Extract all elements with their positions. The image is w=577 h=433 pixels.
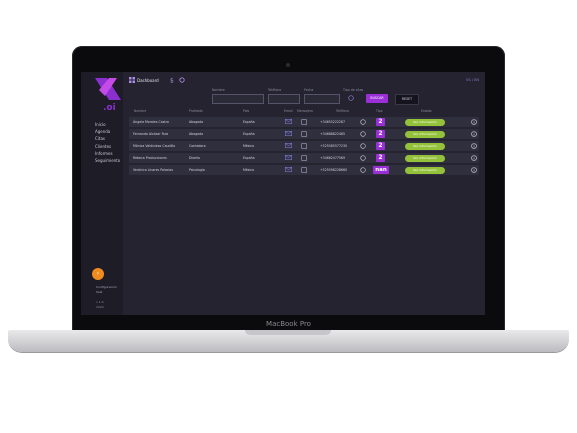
table-row[interactable]: Fernanda Alcázar Ruiz Abogada España +34688… — [129, 129, 479, 139]
column-header: Teléfono — [336, 109, 349, 113]
table-header: Nombre Profesión País Email Mensajero Te… — [81, 109, 485, 115]
row-phone: +34688822465 — [320, 132, 345, 136]
message-square-icon[interactable] — [301, 119, 307, 125]
row-profession: Diseño — [189, 156, 200, 160]
sidebar-user: Configuración Salir — [96, 285, 117, 294]
row-country: España — [243, 156, 255, 160]
name-filter-input[interactable] — [212, 94, 264, 104]
message-square-icon[interactable] — [301, 167, 307, 173]
sidebar-item[interactable]: Inicio — [95, 121, 120, 128]
type-badge: 2 — [376, 142, 385, 151]
dollar-icon[interactable]: $ — [169, 77, 175, 84]
type-badge: nan — [373, 166, 389, 175]
column-header: Mensajero — [297, 109, 313, 113]
envelope-icon[interactable] — [285, 143, 292, 148]
laptop-brand-label: MacBook Pro — [266, 320, 311, 328]
language-switch[interactable]: ES / EN — [466, 78, 479, 82]
reset-button[interactable]: RESET — [395, 94, 419, 105]
envelope-icon[interactable] — [285, 155, 292, 160]
phone-filter-input[interactable] — [268, 94, 300, 104]
sidebar-item[interactable]: Informes — [95, 150, 120, 157]
envelope-icon[interactable] — [285, 119, 292, 124]
sidebar-item[interactable]: Clientes — [95, 143, 120, 150]
sidebar-footer-line: 2024 — [96, 304, 104, 309]
type-badge: 2 — [376, 154, 385, 163]
type-filter-label: Tipo de citas — [343, 88, 364, 92]
sidebar-footer: v 1.0 2024 — [96, 300, 104, 309]
camera-icon — [286, 63, 290, 67]
envelope-icon[interactable] — [285, 167, 292, 172]
row-phone: +34655222287 — [320, 120, 345, 124]
info-circle-icon[interactable] — [471, 142, 477, 149]
column-header: País — [243, 109, 250, 113]
row-name: Verónica Linares Palacios — [133, 168, 174, 172]
sidebar-nav: Inicio Agenda Citas Clientes Informes Se… — [95, 121, 120, 164]
column-header: Profesión — [189, 109, 204, 113]
row-country: México — [243, 144, 255, 148]
row-name: Mónica Valdivieso Caudillo — [133, 144, 176, 148]
table-row[interactable]: Verónica Linares Palacios Psicología Méxic… — [129, 165, 479, 175]
type-filter-icon[interactable] — [348, 95, 354, 101]
sidebar-item[interactable]: Citas — [95, 135, 120, 142]
column-header: Estado — [421, 109, 432, 113]
grid-icon[interactable] — [129, 77, 135, 83]
message-square-icon[interactable] — [301, 131, 307, 137]
info-circle-icon[interactable] — [471, 154, 477, 161]
sidebar-user-name[interactable]: Configuración — [96, 285, 117, 290]
floating-action-button[interactable]: › — [92, 268, 104, 280]
type-badge: 2 — [376, 130, 385, 139]
message-square-icon[interactable] — [301, 155, 307, 161]
info-circle-icon[interactable] — [471, 166, 477, 173]
whatsapp-icon[interactable] — [360, 119, 366, 125]
view-info-button[interactable]: Ver información — [405, 118, 445, 126]
laptop-notch — [245, 330, 331, 335]
row-name: Rebeca Producciones — [133, 156, 167, 160]
info-circle-icon[interactable] — [471, 130, 477, 137]
whatsapp-icon[interactable] — [360, 155, 366, 161]
whatsapp-icon[interactable] — [360, 143, 366, 149]
view-info-button[interactable]: Ver información — [405, 166, 445, 174]
row-country: México — [243, 168, 255, 172]
row-country: España — [243, 120, 255, 124]
row-name: Ángela Morales Castro — [133, 120, 169, 124]
envelope-icon[interactable] — [285, 131, 292, 136]
whatsapp-icon[interactable] — [360, 167, 366, 173]
row-country: España — [243, 132, 255, 136]
row-profession: Contadora — [189, 144, 206, 148]
table-row[interactable]: Ángela Morales Castro Abogada España +34655… — [129, 117, 479, 127]
row-phone: +525598228660 — [320, 168, 348, 172]
search-button[interactable]: BUSCAR — [366, 94, 388, 103]
row-profession: Abogada — [189, 120, 204, 124]
view-info-button[interactable]: Ver información — [405, 154, 445, 162]
date-filter-label: Fecha — [304, 88, 314, 92]
sidebar-item[interactable]: Seguimiento — [95, 157, 120, 164]
table-row[interactable]: Mónica Valdivieso Caudillo Contadora Méxic… — [129, 141, 479, 151]
column-header: Tipo — [376, 109, 383, 113]
message-square-icon[interactable] — [301, 143, 307, 149]
view-info-button[interactable]: Ver información — [405, 142, 445, 150]
name-filter-label: Nombre — [212, 88, 225, 92]
svg-text:$: $ — [170, 78, 174, 84]
row-phone: +34662477569 — [320, 156, 345, 160]
type-badge: 2 — [376, 118, 385, 127]
sidebar-footer-line: v 1.0 — [96, 300, 104, 304]
sidebar-user-role[interactable]: Salir — [96, 290, 117, 295]
filters-bar: Nombre Teléfono Fecha Tipo de citas BUSC… — [81, 88, 485, 106]
view-info-button[interactable]: Ver información — [405, 130, 445, 138]
date-filter-input[interactable] — [304, 94, 340, 104]
page-title: Dashboard — [137, 78, 159, 83]
row-name: Fernanda Alcázar Ruiz — [133, 132, 169, 136]
phone-filter-label: Teléfono — [268, 88, 282, 92]
app-screen: .oi Inicio Agenda Citas Clientes Informe… — [81, 72, 485, 315]
row-profession: Psicología — [189, 168, 205, 172]
column-header: Nombre — [134, 109, 147, 113]
refresh-icon[interactable] — [179, 77, 185, 83]
row-phone: +525585577230 — [320, 144, 348, 148]
info-circle-icon[interactable] — [471, 118, 477, 125]
column-header: Email — [284, 109, 293, 113]
whatsapp-icon[interactable] — [360, 131, 366, 137]
row-profession: Abogada — [189, 132, 204, 136]
table-row[interactable]: Rebeca Producciones Diseño España +34662477… — [129, 153, 479, 163]
sidebar-item[interactable]: Agenda — [95, 128, 120, 135]
